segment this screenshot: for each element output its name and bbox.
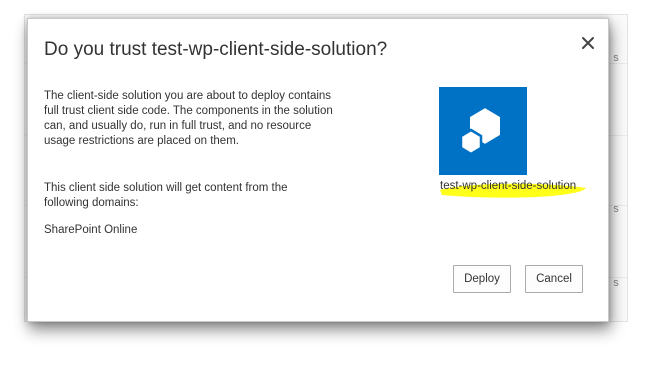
app-tile — [439, 87, 527, 175]
deploy-button[interactable]: Deploy — [453, 265, 511, 293]
app-package-icon — [459, 105, 502, 156]
solution-name-label: test-wp-client-side-solution — [438, 176, 590, 200]
domains-intro: This client side solution will get conte… — [44, 182, 288, 209]
close-button[interactable] — [580, 35, 596, 51]
cancel-button[interactable]: Cancel — [525, 265, 583, 293]
trust-description: The client-side solution you are about t… — [44, 90, 333, 147]
trust-dialog: Do you trust test-wp-client-side-solutio… — [27, 18, 609, 322]
background-text-fragment: s — [613, 277, 619, 289]
dialog-title: Do you trust test-wp-client-side-solutio… — [44, 39, 388, 60]
background-text-fragment: s — [613, 52, 619, 64]
domain-item: SharePoint Online — [44, 224, 138, 236]
solution-name: test-wp-client-side-solution — [440, 180, 577, 192]
background-text-fragment: s — [613, 203, 619, 215]
close-icon — [582, 37, 594, 49]
